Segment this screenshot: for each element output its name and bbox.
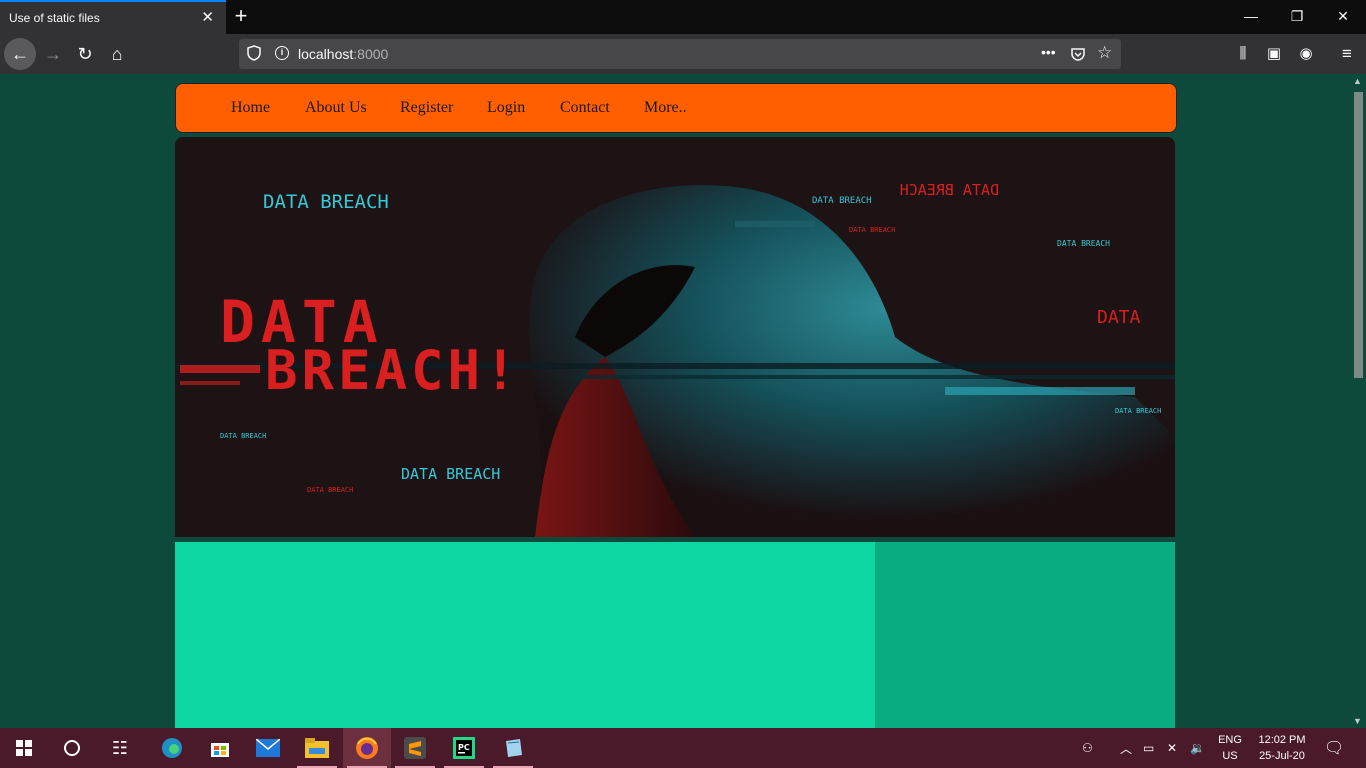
pocket-icon[interactable] bbox=[1070, 46, 1086, 62]
site-info-icon[interactable]: i bbox=[275, 46, 289, 60]
battery-icon[interactable]: ▭ bbox=[1143, 728, 1154, 768]
account-icon[interactable]: ◉ bbox=[1290, 38, 1322, 70]
home-icon[interactable]: ⌂ bbox=[101, 38, 133, 70]
language-indicator[interactable]: ENG US bbox=[1214, 732, 1246, 764]
windows-taskbar: ☷ PC ⚇ ︿ ▭ ✕ 🔉 ENG US 12:02 PM 25-Jul-20… bbox=[0, 728, 1366, 768]
firefox-icon[interactable] bbox=[343, 728, 391, 768]
page-viewport: Home About Us Register Login Contact Mor… bbox=[0, 74, 1350, 728]
hero-main-text-line2: BREACH! bbox=[265, 339, 521, 402]
notepad-icon[interactable] bbox=[489, 728, 537, 768]
page-scrollbar[interactable]: ▲ ▼ bbox=[1350, 74, 1366, 728]
nav-about-link[interactable]: About Us bbox=[305, 99, 367, 117]
tray-expand-icon[interactable]: ︿ bbox=[1120, 728, 1132, 768]
search-circle-icon[interactable] bbox=[48, 728, 96, 768]
nav-login-link[interactable]: Login bbox=[487, 99, 525, 117]
svg-text:PC: PC bbox=[458, 743, 470, 752]
menu-hamburger-icon[interactable]: ≡ bbox=[1331, 38, 1363, 70]
new-tab-button[interactable]: + bbox=[231, 2, 251, 32]
edge-icon[interactable] bbox=[148, 728, 196, 768]
hero-red-label-small-2: DATA BREACH bbox=[307, 486, 353, 494]
browser-toolbar: ← → ↻ ⌂ i localhost:8000 ••• ☆ ⫼ ▣ ◉ ≡ bbox=[0, 34, 1366, 74]
hero-cyan-label-6: DATA BREACH bbox=[1115, 407, 1161, 415]
hero-cyan-label-5: DATA BREACH bbox=[220, 432, 266, 440]
hero-image: DATA BREACH! DATA BREACH DATA BREACH DAT… bbox=[175, 137, 1175, 537]
bookmark-star-icon[interactable]: ☆ bbox=[1097, 43, 1112, 63]
volume-icon[interactable]: 🔉 bbox=[1190, 728, 1205, 768]
content-main-panel bbox=[175, 542, 875, 728]
sidebar-icon[interactable]: ▣ bbox=[1258, 38, 1290, 70]
hero-cyan-label-3: DATA BREACH bbox=[812, 196, 872, 206]
forward-arrow-icon[interactable]: → bbox=[37, 38, 69, 70]
notifications-icon[interactable]: 🗨 bbox=[1324, 728, 1344, 768]
hero-cyan-label-2: DATA BREACH bbox=[401, 465, 500, 483]
nav-register-link[interactable]: Register bbox=[400, 99, 453, 117]
tab-title: Use of static files bbox=[9, 11, 100, 25]
scroll-thumb[interactable] bbox=[1354, 92, 1363, 378]
hero-cyan-label-1: DATA BREACH bbox=[263, 191, 389, 213]
hero-mirrored-label: DATA BREACH bbox=[900, 181, 999, 199]
minimize-button[interactable]: — bbox=[1228, 0, 1274, 34]
nav-home-link[interactable]: Home bbox=[231, 99, 270, 117]
scroll-down-icon[interactable]: ▼ bbox=[1353, 716, 1362, 726]
tab-bar: Use of static files ✕ + — ❐ ✕ bbox=[0, 0, 1366, 34]
clock[interactable]: 12:02 PM 25-Jul-20 bbox=[1250, 732, 1314, 764]
restore-button[interactable]: ❐ bbox=[1274, 0, 1320, 34]
task-view-icon[interactable]: ☷ bbox=[96, 728, 144, 768]
content-side-panel bbox=[875, 542, 1175, 728]
hero-red-data-label: DATA bbox=[1097, 307, 1141, 328]
url-bar[interactable]: i localhost:8000 ••• ☆ bbox=[239, 39, 1121, 69]
network-icon[interactable]: ✕ bbox=[1167, 728, 1177, 768]
file-explorer-icon[interactable] bbox=[293, 728, 341, 768]
site-navbar: Home About Us Register Login Contact Mor… bbox=[175, 83, 1177, 133]
url-text[interactable]: localhost:8000 bbox=[298, 46, 388, 62]
library-icon[interactable]: ⫼ bbox=[1227, 38, 1259, 70]
nav-more-link[interactable]: More.. bbox=[644, 99, 687, 117]
people-icon[interactable]: ⚇ bbox=[1082, 728, 1093, 768]
hero-cyan-label-4: DATA BREACH bbox=[1057, 239, 1110, 248]
browser-tab[interactable]: Use of static files ✕ bbox=[0, 0, 226, 34]
back-arrow-icon[interactable]: ← bbox=[4, 38, 36, 70]
hero-illustration: DATA BREACH! DATA BREACH DATA BREACH DAT… bbox=[175, 137, 1175, 537]
page-actions-icon[interactable]: ••• bbox=[1041, 44, 1056, 60]
windows-start-icon[interactable] bbox=[0, 728, 48, 768]
hero-red-label-small-1: DATA BREACH bbox=[849, 226, 895, 234]
reload-icon[interactable]: ↻ bbox=[69, 38, 101, 70]
nav-contact-link[interactable]: Contact bbox=[560, 99, 610, 117]
store-icon[interactable] bbox=[196, 728, 244, 768]
scroll-up-icon[interactable]: ▲ bbox=[1353, 76, 1362, 86]
tab-close-icon[interactable]: ✕ bbox=[201, 8, 214, 26]
svg-text:DATA BREACH: DATA BREACH bbox=[900, 181, 999, 199]
tracking-shield-icon[interactable] bbox=[247, 45, 261, 61]
mail-icon[interactable] bbox=[244, 728, 292, 768]
pycharm-icon[interactable]: PC bbox=[440, 728, 488, 768]
close-window-button[interactable]: ✕ bbox=[1320, 0, 1366, 34]
sublime-icon[interactable] bbox=[391, 728, 439, 768]
